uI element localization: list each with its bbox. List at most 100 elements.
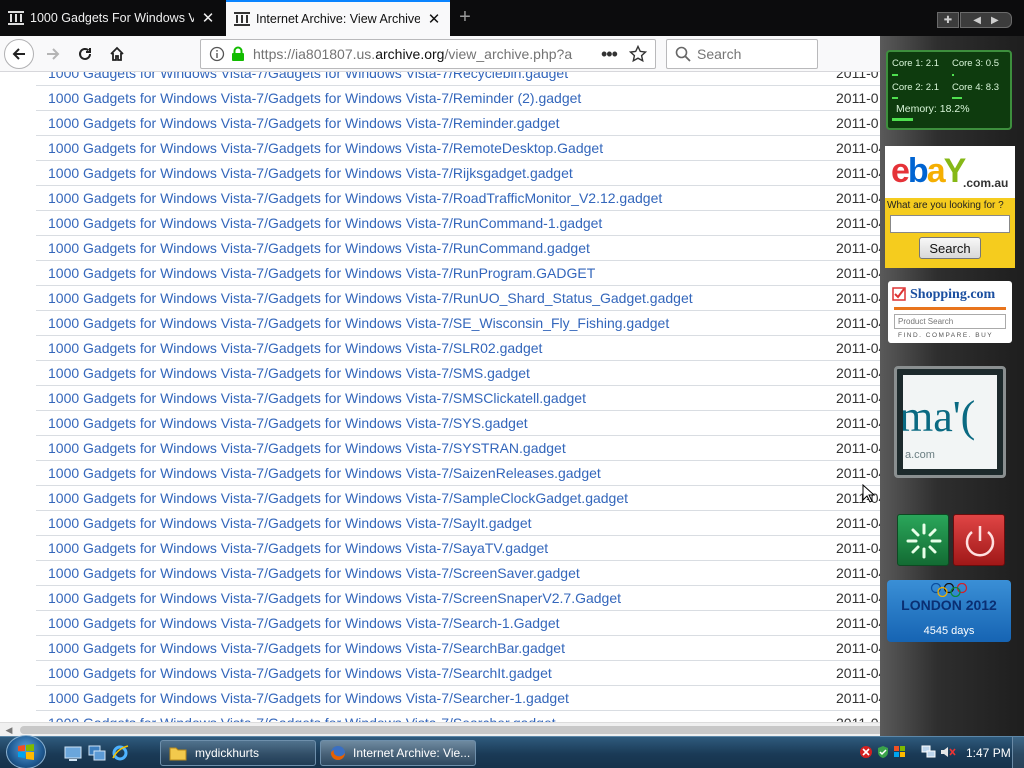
file-link[interactable]: 1000 Gadgets for Windows Vista-7/Gadgets… [36, 290, 836, 306]
url-bar[interactable]: https://ia801807.us.archive.org/view_arc… [200, 39, 656, 69]
back-button[interactable] [4, 39, 34, 69]
scroll-left-icon[interactable]: ◀ [2, 724, 16, 736]
file-link[interactable]: 1000 Gadgets for Windows Vista-7/Gadgets… [36, 415, 836, 431]
slideshow-caption: a.com [905, 449, 935, 461]
tab-title: 1000 Gadgets For Windows Vist [30, 11, 194, 25]
horizontal-scrollbar[interactable]: ◀ ▶ [0, 722, 1024, 736]
file-link[interactable]: 1000 Gadgets for Windows Vista-7/Gadgets… [36, 640, 836, 656]
close-tab-icon[interactable]: ✕ [426, 11, 442, 28]
network-icon[interactable] [921, 745, 937, 759]
shield-check-icon[interactable] [876, 745, 890, 759]
file-link[interactable]: 1000 Gadgets for Windows Vista-7/Gadgets… [36, 540, 836, 556]
system-clock[interactable]: 1:47 PM [966, 746, 1011, 760]
file-link[interactable]: 1000 Gadgets for Windows Vista-7/Gadgets… [36, 465, 836, 481]
table-row: 1000 Gadgets for Windows Vista-7/Gadgets… [36, 111, 986, 136]
restart-gadget[interactable] [897, 514, 949, 566]
spinner-icon [906, 523, 942, 559]
file-link[interactable]: 1000 Gadgets for Windows Vista-7/Gadgets… [36, 515, 836, 531]
sidebar-page-controls[interactable]: ◀ ▶ [960, 12, 1012, 28]
file-link[interactable]: 1000 Gadgets for Windows Vista-7/Gadgets… [36, 190, 836, 206]
ebay-search-button[interactable]: Search [919, 237, 981, 259]
file-link[interactable]: 1000 Gadgets for Windows Vista-7/Gadgets… [36, 490, 836, 506]
file-link[interactable]: 1000 Gadgets for Windows Vista-7/Gadgets… [36, 665, 836, 681]
forward-button[interactable] [38, 39, 68, 69]
table-row: 1000 Gadgets for Windows Vista-7/Gadgets… [36, 361, 986, 386]
table-row: 1000 Gadgets for Windows Vista-7/Gadgets… [36, 636, 986, 661]
start-button[interactable] [6, 735, 46, 768]
volume-muted-icon[interactable] [940, 745, 956, 759]
archive-icon [8, 11, 24, 25]
archive-file-list: 1000 Gadgets for Windows Vista-7/Gadgets… [0, 72, 1024, 722]
show-desktop-button[interactable] [1012, 737, 1024, 768]
file-link[interactable]: 1000 Gadgets for Windows Vista-7/Gadgets… [36, 165, 836, 181]
file-link[interactable]: 1000 Gadgets for Windows Vista-7/Gadgets… [36, 565, 836, 581]
add-gadget-button[interactable]: ✚ [937, 12, 959, 28]
file-link[interactable]: 1000 Gadgets for Windows Vista-7/Gadgets… [36, 615, 836, 631]
info-icon[interactable] [209, 46, 225, 62]
switch-windows-icon[interactable] [88, 744, 106, 762]
home-icon [110, 46, 124, 61]
file-link[interactable]: 1000 Gadgets for Windows Vista-7/Gadgets… [36, 315, 836, 331]
file-link[interactable]: 1000 Gadgets for Windows Vista-7/Gadgets… [36, 340, 836, 356]
scrollbar-thumb[interactable] [20, 726, 986, 734]
close-tab-icon[interactable]: ✕ [200, 10, 216, 27]
taskbar: mydickhurts Internet Archive: Vie... 1:4… [0, 735, 1024, 768]
file-link[interactable]: 1000 Gadgets for Windows Vista-7/Gadgets… [36, 715, 836, 722]
bookmark-star-icon[interactable] [628, 45, 647, 63]
shutdown-gadget[interactable] [953, 514, 1005, 566]
show-desktop-icon[interactable] [64, 744, 82, 762]
ebay-search-input[interactable] [890, 215, 1010, 233]
table-row: 1000 Gadgets for Windows Vista-7/Gadgets… [36, 486, 986, 511]
table-row: 1000 Gadgets for Windows Vista-7/Gadgets… [36, 236, 986, 261]
slideshow-image: ma'( a.com [903, 375, 997, 469]
ebay-gadget[interactable]: ebaY .com.au What are you looking for ? … [885, 146, 1015, 268]
firefox-icon [331, 746, 345, 760]
file-link[interactable]: 1000 Gadgets for Windows Vista-7/Gadgets… [36, 72, 836, 81]
file-link[interactable]: 1000 Gadgets for Windows Vista-7/Gadgets… [36, 90, 836, 106]
windows-flag-icon[interactable] [893, 745, 907, 759]
taskbar-firefox-window[interactable]: Internet Archive: Vie... [320, 740, 476, 766]
search-input[interactable] [697, 46, 807, 62]
ebay-logo-letter: b [907, 152, 929, 190]
next-page-icon[interactable]: ▶ [991, 15, 999, 26]
nav-bar: https://ia801807.us.archive.org/view_arc… [0, 36, 1024, 72]
file-link[interactable]: 1000 Gadgets for Windows Vista-7/Gadgets… [36, 140, 836, 156]
table-row: 1000 Gadgets for Windows Vista-7/Gadgets… [36, 511, 986, 536]
file-date: 2011-04 [836, 415, 887, 431]
search-box[interactable] [666, 39, 818, 69]
tab-internet-archive[interactable]: Internet Archive: View Archive ✕ [226, 0, 450, 36]
file-link[interactable]: 1000 Gadgets for Windows Vista-7/Gadgets… [36, 365, 836, 381]
core2-bar [892, 97, 898, 99]
taskbar-folder-window[interactable]: mydickhurts [160, 740, 316, 766]
previous-page-icon[interactable]: ◀ [973, 15, 981, 26]
taskbar-button-label: Internet Archive: Vie... [353, 746, 471, 760]
file-link[interactable]: 1000 Gadgets for Windows Vista-7/Gadgets… [36, 265, 836, 281]
memory-readout: Memory: 18.2% [896, 103, 970, 115]
table-row: 1000 Gadgets for Windows Vista-7/Gadgets… [36, 386, 986, 411]
file-link[interactable]: 1000 Gadgets for Windows Vista-7/Gadgets… [36, 115, 836, 131]
ebay-prompt: What are you looking for ? [887, 200, 1004, 211]
shopping-gadget[interactable]: Shopping.com FIND. COMPARE. BUY [888, 281, 1012, 343]
internet-explorer-icon[interactable] [111, 744, 129, 762]
file-link[interactable]: 1000 Gadgets for Windows Vista-7/Gadgets… [36, 215, 836, 231]
new-tab-button[interactable]: + [452, 4, 478, 30]
file-link[interactable]: 1000 Gadgets for Windows Vista-7/Gadgets… [36, 240, 836, 256]
slideshow-gadget[interactable]: ma'( a.com [894, 366, 1006, 478]
file-date: 2011-04 [836, 365, 887, 381]
file-link[interactable]: 1000 Gadgets for Windows Vista-7/Gadgets… [36, 390, 836, 406]
page-actions-icon[interactable]: ••• [601, 44, 618, 65]
tab-strip: 1000 Gadgets For Windows Vist ✕ Internet… [0, 0, 1024, 36]
london-countdown-gadget[interactable]: LONDON 2012 4545 days [887, 580, 1011, 642]
product-search-input[interactable] [894, 314, 1006, 329]
file-link[interactable]: 1000 Gadgets for Windows Vista-7/Gadgets… [36, 440, 836, 456]
home-button[interactable] [102, 39, 132, 69]
table-row: 1000 Gadgets for Windows Vista-7/Gadgets… [36, 561, 986, 586]
security-alert-icon[interactable] [859, 745, 873, 759]
table-row: 1000 Gadgets for Windows Vista-7/Gadgets… [36, 461, 986, 486]
file-link[interactable]: 1000 Gadgets for Windows Vista-7/Gadgets… [36, 590, 836, 606]
file-date: 2011-0 [836, 90, 879, 106]
file-link[interactable]: 1000 Gadgets for Windows Vista-7/Gadgets… [36, 690, 836, 706]
reload-button[interactable] [70, 39, 100, 69]
tab-gadgets[interactable]: 1000 Gadgets For Windows Vist ✕ [0, 0, 224, 36]
cpu-meter-gadget[interactable]: Core 1: 2.1 Core 3: 0.5 Core 2: 2.1 Core… [886, 50, 1012, 130]
